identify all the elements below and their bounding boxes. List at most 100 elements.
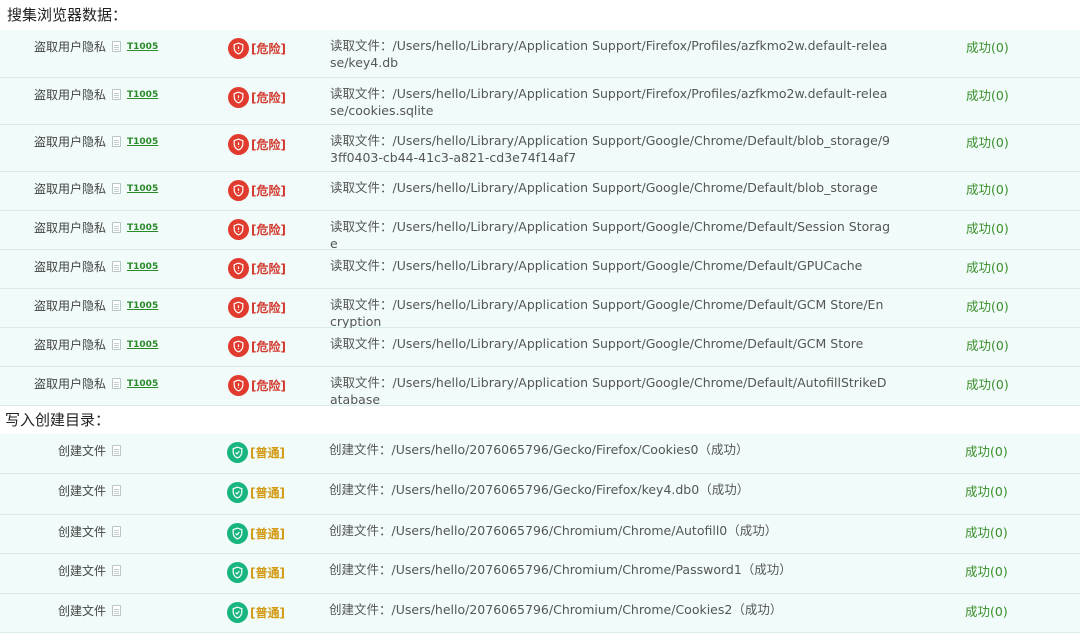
event-description: 读取文件：/Users/hello/Library/Application Su… bbox=[330, 375, 887, 407]
event-result: 成功(0) bbox=[965, 564, 1008, 579]
event-row[interactable]: 创建文件 [普通] 创建文件：/Users/hello/2076065796/G… bbox=[0, 474, 1080, 515]
risk-level: [普通] bbox=[227, 602, 285, 623]
risk-level: [危险] bbox=[228, 336, 286, 357]
risk-level: [危险] bbox=[228, 180, 286, 201]
event-row[interactable]: 盗取用户隐私 T1005 [危险] 读取文件：/Users/hello/Libra… bbox=[0, 125, 1080, 172]
document-icon[interactable] bbox=[112, 136, 122, 147]
event-row[interactable]: 创建文件 [普通] 创建文件：/Users/hello/2076065796/C… bbox=[0, 515, 1080, 554]
document-icon[interactable] bbox=[112, 605, 122, 616]
event-result: 成功(0) bbox=[966, 88, 1009, 103]
risk-level: [危险] bbox=[228, 297, 286, 318]
technique-link[interactable]: T1005 bbox=[127, 184, 158, 194]
event-category: 盗取用户隐私 T1005 bbox=[34, 38, 158, 55]
event-row[interactable]: 创建文件 [普通] 创建文件：/Users/hello/2076065796/C… bbox=[0, 554, 1080, 594]
level-label: [普通] bbox=[250, 446, 285, 460]
category-label: 盗取用户隐私 bbox=[34, 338, 107, 352]
level-label: [危险] bbox=[251, 379, 286, 393]
event-row[interactable]: 盗取用户隐私 T1005 [危险] 读取文件：/Users/hello/Libra… bbox=[0, 367, 1080, 407]
event-category: 创建文件 bbox=[58, 442, 122, 459]
category-label: 创建文件 bbox=[58, 444, 107, 458]
event-category: 盗取用户隐私 T1005 bbox=[34, 180, 158, 197]
shield-icon bbox=[228, 375, 249, 396]
event-row[interactable]: 盗取用户隐私 T1005 [危险] 读取文件：/Users/hello/Libra… bbox=[0, 211, 1080, 251]
technique-link[interactable]: T1005 bbox=[127, 42, 158, 52]
document-icon[interactable] bbox=[112, 261, 122, 272]
event-category: 盗取用户隐私 T1005 bbox=[34, 133, 158, 150]
event-row[interactable]: 创建文件 [普通] 创建文件：/Users/hello/2076065796/G… bbox=[0, 434, 1080, 474]
level-label: [危险] bbox=[251, 340, 286, 354]
technique-link[interactable]: T1005 bbox=[127, 90, 158, 100]
risk-level: [危险] bbox=[228, 134, 286, 155]
document-icon[interactable] bbox=[112, 41, 122, 52]
event-row[interactable]: 盗取用户隐私 T1005 [危险] 读取文件：/Users/hello/Libra… bbox=[0, 30, 1080, 78]
event-category: 盗取用户隐私 T1005 bbox=[34, 375, 158, 392]
event-result: 成功(0) bbox=[966, 338, 1009, 353]
event-row[interactable]: 盗取用户隐私 T1005 [危险] 读取文件：/Users/hello/Libra… bbox=[0, 289, 1080, 329]
event-category: 盗取用户隐私 T1005 bbox=[34, 336, 158, 353]
technique-link[interactable]: T1005 bbox=[127, 340, 158, 350]
level-label: [危险] bbox=[251, 184, 286, 198]
level-label: [普通] bbox=[250, 527, 285, 541]
technique-link[interactable]: T1005 bbox=[127, 379, 158, 389]
event-description: 读取文件：/Users/hello/Library/Application Su… bbox=[330, 297, 884, 329]
risk-level: [危险] bbox=[228, 38, 286, 59]
document-icon[interactable] bbox=[112, 300, 122, 311]
event-result: 成功(0) bbox=[966, 182, 1009, 197]
shield-check-icon bbox=[227, 562, 248, 583]
event-description: 读取文件：/Users/hello/Library/Application Su… bbox=[330, 258, 863, 273]
event-result: 成功(0) bbox=[965, 484, 1008, 499]
event-result: 成功(0) bbox=[966, 221, 1009, 236]
event-description: 创建文件：/Users/hello/2076065796/Gecko/Firef… bbox=[329, 482, 750, 497]
document-icon[interactable] bbox=[112, 445, 122, 456]
document-icon[interactable] bbox=[112, 526, 122, 537]
shield-icon bbox=[228, 87, 249, 108]
category-label: 创建文件 bbox=[58, 564, 107, 578]
category-label: 创建文件 bbox=[58, 525, 107, 539]
category-label: 盗取用户隐私 bbox=[34, 182, 107, 196]
event-description: 读取文件：/Users/hello/Library/Application Su… bbox=[330, 86, 888, 118]
technique-link[interactable]: T1005 bbox=[127, 223, 158, 233]
document-icon[interactable] bbox=[112, 183, 122, 194]
event-description: 创建文件：/Users/hello/2076065796/Gecko/Firef… bbox=[329, 442, 749, 457]
section-title: 写入创建目录： bbox=[5, 411, 111, 429]
category-label: 创建文件 bbox=[58, 484, 107, 498]
category-label: 盗取用户隐私 bbox=[34, 40, 107, 54]
event-row[interactable]: 创建文件 [普通] 创建文件：/Users/hello/2076065796/C… bbox=[0, 594, 1080, 633]
event-list: 创建文件 [普通] 创建文件：/Users/hello/2076065796/G… bbox=[0, 434, 1080, 633]
level-label: [普通] bbox=[250, 566, 285, 580]
level-label: [危险] bbox=[251, 262, 286, 276]
event-result: 成功(0) bbox=[966, 40, 1009, 55]
level-label: [普通] bbox=[250, 606, 285, 620]
technique-link[interactable]: T1005 bbox=[127, 301, 158, 311]
event-row[interactable]: 盗取用户隐私 T1005 [危险] 读取文件：/Users/hello/Libra… bbox=[0, 250, 1080, 289]
document-icon[interactable] bbox=[112, 339, 122, 350]
level-label: [危险] bbox=[251, 223, 286, 237]
risk-level: [危险] bbox=[228, 87, 286, 108]
category-label: 盗取用户隐私 bbox=[34, 377, 107, 391]
category-label: 盗取用户隐私 bbox=[34, 88, 107, 102]
event-result: 成功(0) bbox=[965, 444, 1008, 459]
document-icon[interactable] bbox=[112, 222, 122, 233]
level-label: [危险] bbox=[251, 138, 286, 152]
event-category: 盗取用户隐私 T1005 bbox=[34, 86, 158, 103]
document-icon[interactable] bbox=[112, 378, 122, 389]
event-result: 成功(0) bbox=[966, 299, 1009, 314]
technique-link[interactable]: T1005 bbox=[127, 262, 158, 272]
event-list: 盗取用户隐私 T1005 [危险] 读取文件：/Users/hello/Libra… bbox=[0, 30, 1080, 407]
level-label: [危险] bbox=[251, 91, 286, 105]
event-result: 成功(0) bbox=[966, 260, 1009, 275]
event-category: 创建文件 bbox=[58, 523, 122, 540]
document-icon[interactable] bbox=[112, 565, 122, 576]
event-row[interactable]: 盗取用户隐私 T1005 [危险] 读取文件：/Users/hello/Libra… bbox=[0, 328, 1080, 367]
risk-level: [普通] bbox=[227, 482, 285, 503]
event-category: 盗取用户隐私 T1005 bbox=[34, 258, 158, 275]
event-row[interactable]: 盗取用户隐私 T1005 [危险] 读取文件：/Users/hello/Libra… bbox=[0, 78, 1080, 125]
event-row[interactable]: 盗取用户隐私 T1005 [危险] 读取文件：/Users/hello/Libra… bbox=[0, 172, 1080, 211]
document-icon[interactable] bbox=[112, 485, 122, 496]
level-label: [普通] bbox=[250, 486, 285, 500]
shield-check-icon bbox=[227, 442, 248, 463]
shield-icon bbox=[228, 297, 249, 318]
document-icon[interactable] bbox=[112, 89, 122, 100]
event-category: 创建文件 bbox=[58, 562, 122, 579]
technique-link[interactable]: T1005 bbox=[127, 137, 158, 147]
